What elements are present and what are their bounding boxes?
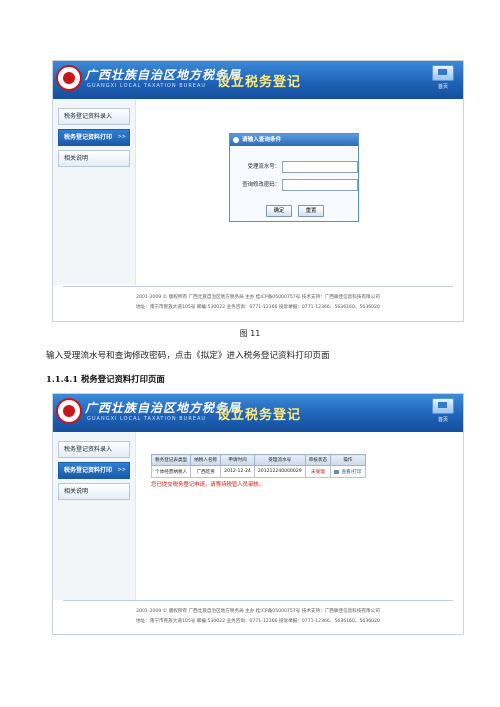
home-label: 首页 [437, 417, 448, 423]
column-header: 纳税人名称 [190, 454, 222, 466]
sidebar-item-label: 税务登记资料打印 [64, 134, 113, 141]
site-banner: 广西壮族自治区地方税务局 GUANGXI LOCAL TAXATION BURE… [53, 61, 463, 99]
column-header: 申请时间 [220, 454, 255, 466]
sidebar-item-data-print[interactable]: 税务登记资料打印 >> [58, 129, 130, 146]
cell-registration-type: 个体经营纳税人 [150, 465, 192, 478]
footer-copyright: 2001-2009 © 版权所有 广西壮族自治区地方税务局 主办 桂ICP备05… [136, 295, 380, 300]
query-dialog: 请输入查询条件 受理流水号： 查询修改密码： 确定 重置 [229, 133, 359, 222]
cell-taxpayer-name: 广西吃男 [190, 465, 222, 478]
query-dialog-title: 请输入查询条件 [242, 137, 282, 143]
cell-apply-date: 2012-12-24 [220, 465, 255, 478]
sidebar: 税务登记资料录入 税务登记资料打印 >> 相关说明 [58, 108, 130, 171]
registration-record-table: 税务登记表类型 纳税人名称 申请时间 受理流水号 审核状态 操作 个体经营纳税人… [150, 454, 366, 478]
chevron-right-icon: >> [117, 467, 126, 473]
serial-number-label: 受理流水号： [247, 164, 280, 170]
sidebar-item-data-print[interactable]: 税务登记资料打印 >> [58, 462, 130, 479]
query-page-screenshot: 广西壮族自治区地方税务局 GUANGXI LOCAL TAXATION BURE… [52, 60, 464, 322]
sidebar-item-data-entry[interactable]: 税务登记资料录入 [58, 441, 130, 458]
instruction-text: 输入受理流水号和查询修改密码，点击《拟定》进入税务登记资料打印页面 [46, 351, 330, 361]
sidebar: 税务登记资料录入 税务登记资料打印 >> 相关说明 [58, 441, 130, 504]
footer-divider [63, 286, 453, 287]
footer-copyright: 2001-2009 © 版权所有 广西壮族自治区地方税务局 主办 桂ICP备05… [136, 609, 380, 614]
column-header: 受理流水号 [253, 454, 306, 466]
sidebar-item-data-entry[interactable]: 税务登记资料录入 [58, 108, 130, 125]
section-heading: 1.1.4.1 税务登记资料打印页面 [46, 374, 165, 384]
tax-bureau-seal-icon [56, 398, 82, 424]
site-banner: 广西壮族自治区地方税务局 GUANGXI LOCAL TAXATION BURE… [53, 394, 463, 432]
home-label: 首页 [437, 84, 448, 90]
agency-name-en: GUANGXI LOCAL TAXATION BUREAU [87, 416, 207, 422]
reset-button[interactable]: 重置 [298, 205, 324, 217]
system-title: 设立税务登记 [217, 408, 302, 423]
query-dialog-title-bar: 请输入查询条件 [230, 134, 358, 146]
column-header: 操作 [330, 454, 366, 466]
home-icon [432, 65, 454, 81]
home-button[interactable]: 首页 [429, 397, 457, 427]
cell-action: 查看/打印 [330, 465, 366, 478]
sidebar-item-notes[interactable]: 相关说明 [58, 483, 130, 500]
view-print-link[interactable]: 查看/打印 [342, 470, 362, 475]
query-password-row: 查询修改密码： [230, 179, 358, 191]
agency-name-en: GUANGXI LOCAL TAXATION BUREAU [87, 83, 207, 89]
sidebar-item-label: 税务登记资料打印 [64, 467, 113, 474]
home-button[interactable]: 首页 [429, 64, 457, 94]
system-title: 设立税务登记 [217, 75, 302, 90]
sidebar-item-notes[interactable]: 相关说明 [58, 150, 130, 167]
submission-notice: 您已提交税务登记申请，请等待税管人员审核。 [151, 482, 265, 488]
cell-serial-number: 201212240000029 [253, 465, 306, 478]
serial-number-input[interactable] [282, 161, 358, 173]
tax-bureau-seal-icon [56, 65, 82, 91]
confirm-button[interactable]: 确定 [266, 205, 292, 217]
table-header-row: 税务登记表类型 纳税人名称 申请时间 受理流水号 审核状态 操作 [150, 454, 366, 466]
info-icon [233, 137, 239, 143]
sidebar-item-label: 相关说明 [64, 155, 89, 162]
footer-address: 地址：南宁市民族大道105号 邮编:530022 业务咨询：0771-12366… [136, 305, 380, 310]
sidebar-item-label: 税务登记资料录入 [64, 446, 113, 453]
print-page-screenshot: 广西壮族自治区地方税务局 GUANGXI LOCAL TAXATION BURE… [52, 393, 464, 635]
column-header: 审核状态 [304, 454, 332, 466]
query-password-input[interactable] [282, 179, 358, 191]
sidebar-item-label: 相关说明 [64, 488, 89, 495]
footer-divider [63, 600, 453, 601]
home-icon [432, 398, 454, 414]
query-password-label: 查询修改密码： [242, 182, 280, 188]
figure-caption: 图 11 [239, 329, 261, 338]
footer-address: 地址：南宁市民族大道105号 邮编:530022 业务咨询：0771-12366… [136, 619, 380, 624]
cell-review-status: 未受理 [304, 465, 332, 478]
sidebar-item-label: 税务登记资料录入 [64, 113, 113, 120]
column-header: 税务登记表类型 [150, 454, 192, 466]
print-icon [334, 469, 340, 474]
chevron-right-icon: >> [117, 134, 126, 140]
table-row: 个体经营纳税人 广西吃男 2012-12-24 201212240000029 … [150, 465, 366, 478]
serial-number-row: 受理流水号： [230, 161, 358, 173]
